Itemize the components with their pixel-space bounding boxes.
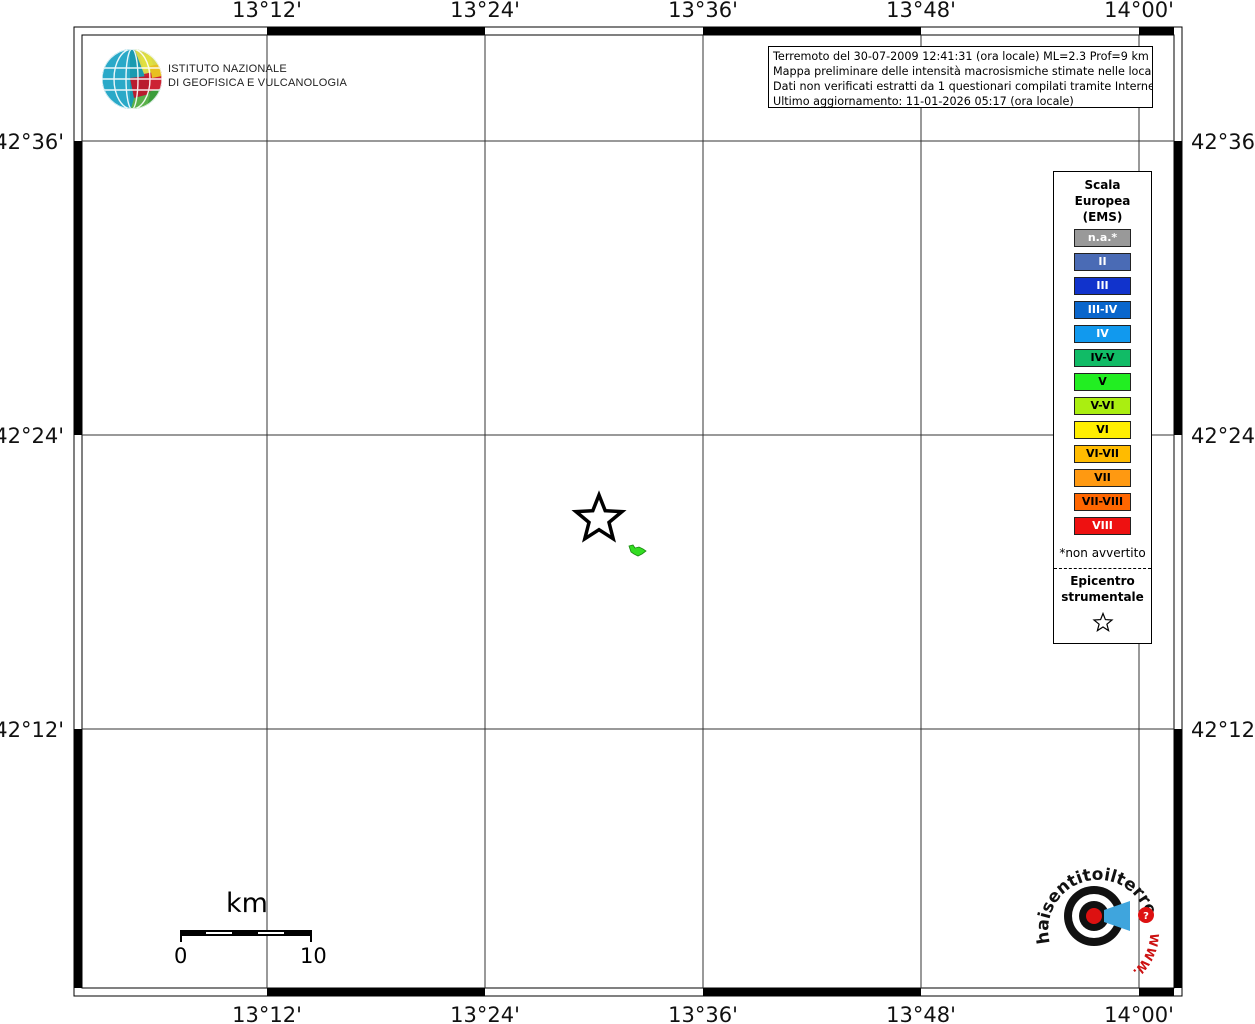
legend-title-1: Scala [1084,178,1121,192]
scale-tick-10: 10 [300,944,327,968]
legend-swatch: V [1074,373,1131,391]
ingv-logo: ISTITUTO NAZIONALE DI GEOFISICA E VULCAN… [100,48,347,116]
info-line-2: Mappa preliminare delle intensità macros… [773,65,1153,78]
legend-epicenter-line2: strumentale [1061,590,1144,604]
lon-label: 13°12' [232,0,302,22]
event-info-box: Terremoto del 30-07-2009 12:41:31 (ora l… [768,46,1153,108]
legend-swatch: VI-VII [1074,445,1131,463]
lat-label: 42°12' [1191,718,1255,742]
map-frame [73,26,1183,997]
info-line-4: Ultimo aggiornamento: 11-01-2026 05:17 (… [773,95,1074,108]
ingv-name-line1: ISTITUTO NAZIONALE [168,63,287,75]
legend-title-3: (EMS) [1082,210,1123,224]
legend-star-icon [1092,612,1114,632]
left-lat-labels: 42°36' 42°24' 42°12' [0,130,64,742]
lon-label: 14°00' [1104,1003,1174,1024]
info-line-1: Terremoto del 30-07-2009 12:41:31 (ora l… [773,50,1149,63]
lon-label: 13°48' [886,1003,956,1024]
legend-note: *non avvertito [1059,546,1146,560]
lon-label: 13°24' [450,0,520,22]
bottom-lon-labels: 13°12' 13°24' 13°36' 13°48' 14°00' [232,1003,1174,1024]
legend-title: Scala Europea (EMS) [1054,177,1151,225]
lon-label: 13°12' [232,1003,302,1024]
lon-label: 14°00' [1104,0,1174,22]
ingv-name-line2: DI GEOFISICA E VULCANOLOGIA [168,77,347,89]
hst-logo: haisentitoilterremoto.it WWW. ? [1021,840,1161,984]
hst-question-icon: ? [1143,911,1149,922]
legend-swatch: II [1074,253,1131,271]
lon-label: 13°36' [668,1003,738,1024]
globe-icon [102,49,162,109]
ems-legend: Scala Europea (EMS) n.a.* II III III-IV IV IV… [1053,171,1152,644]
legend-epicenter-title: Epicentro strumentale [1054,573,1151,605]
lon-label: 13°36' [668,0,738,22]
scale-bar: km 0 10 [170,888,330,978]
lat-label: 42°12' [0,718,64,742]
right-lat-labels: 42°36' 42°24' 42°12' [1191,130,1255,742]
lat-label: 42°36' [0,130,64,154]
legend-swatch: VII [1074,469,1131,487]
legend-divider [1054,568,1151,569]
legend-epicenter-line1: Epicentro [1070,574,1135,588]
lat-label: 42°36' [1191,130,1255,154]
lon-label: 13°24' [450,1003,520,1024]
top-lon-labels: 13°12' 13°24' 13°36' 13°48' 14°00' [232,0,1174,22]
hst-url-text: WWW. [1130,933,1160,980]
lat-label: 42°24' [1191,424,1255,448]
legend-swatch: IV [1074,325,1131,343]
legend-swatch: n.a.* [1074,229,1131,247]
lat-label: 42°24' [0,424,64,448]
legend-title-2: Europea [1074,194,1131,208]
scale-tick-0: 0 [174,944,188,968]
info-line-3: Dati non verificati estratti da 1 questi… [773,80,1153,93]
legend-swatch: III [1074,277,1131,295]
legend-swatch: VIII [1074,517,1131,535]
legend-swatch: VI [1074,421,1131,439]
legend-swatch: VII-VIII [1074,493,1131,511]
legend-swatch: IV-V [1074,349,1131,367]
legend-swatch: III-IV [1074,301,1131,319]
legend-swatch: V-VI [1074,397,1131,415]
hst-logo-graphic: haisentitoilterremoto.it WWW. ? [1021,840,1161,980]
lon-label: 13°48' [886,0,956,22]
scale-bar-graphic [180,930,312,942]
scale-unit: km [226,888,268,919]
ingv-name: ISTITUTO NAZIONALE DI GEOFISICA E VULCAN… [168,62,347,90]
